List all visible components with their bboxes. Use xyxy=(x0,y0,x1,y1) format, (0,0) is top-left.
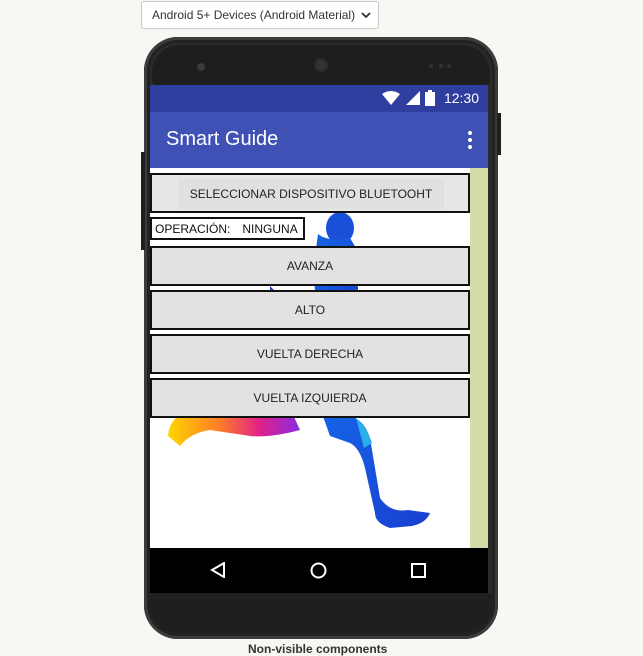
screen-content: SELECCIONAR DISPOSITIVO BLUETOOHT OPERAC… xyxy=(150,168,488,548)
back-icon[interactable] xyxy=(210,562,226,578)
recents-icon[interactable] xyxy=(411,563,426,578)
stop-button[interactable]: ALTO xyxy=(150,290,470,330)
scroll-rail[interactable] xyxy=(470,168,488,548)
front-camera xyxy=(197,63,205,71)
device-select[interactable]: Android 5+ Devices (Android Material) xyxy=(141,1,379,29)
chevron-down-icon xyxy=(361,12,371,19)
non-visible-components-label: Non-visible components xyxy=(248,642,388,656)
status-bar: 12:30 xyxy=(150,85,488,112)
earpiece-speaker xyxy=(314,58,328,72)
turn-right-button[interactable]: VUELTA DERECHA xyxy=(150,334,470,374)
turn-left-button[interactable]: VUELTA IZQUIERDA xyxy=(150,378,470,418)
phone-bottom-bezel xyxy=(150,593,492,633)
home-icon[interactable] xyxy=(310,562,327,579)
operation-label: OPERACIÓN: xyxy=(155,221,231,236)
bluetooth-select-frame: SELECCIONAR DISPOSITIVO BLUETOOHT xyxy=(150,173,470,213)
more-vert-icon[interactable] xyxy=(462,130,478,150)
navigation-bar xyxy=(150,548,488,593)
operation-status: OPERACIÓN: NINGUNA xyxy=(150,217,305,240)
phone-screen: 12:30 Smart Guide SELECCIONAR DISPOSITIV… xyxy=(150,85,488,593)
status-time: 12:30 xyxy=(443,90,479,106)
volume-button xyxy=(141,152,145,250)
forward-button[interactable]: AVANZA xyxy=(150,246,470,286)
signal-icon xyxy=(406,91,420,105)
bluetooth-select-button[interactable]: SELECCIONAR DISPOSITIVO BLUETOOHT xyxy=(178,179,444,209)
device-select-value: Android 5+ Devices (Android Material) xyxy=(152,8,356,22)
operation-value: NINGUNA xyxy=(242,221,298,236)
sensor-dots xyxy=(429,64,451,68)
power-button xyxy=(497,113,501,155)
app-bar: Smart Guide xyxy=(150,112,488,168)
app-title: Smart Guide xyxy=(166,128,279,150)
wifi-icon xyxy=(382,91,400,105)
battery-icon xyxy=(425,90,435,106)
